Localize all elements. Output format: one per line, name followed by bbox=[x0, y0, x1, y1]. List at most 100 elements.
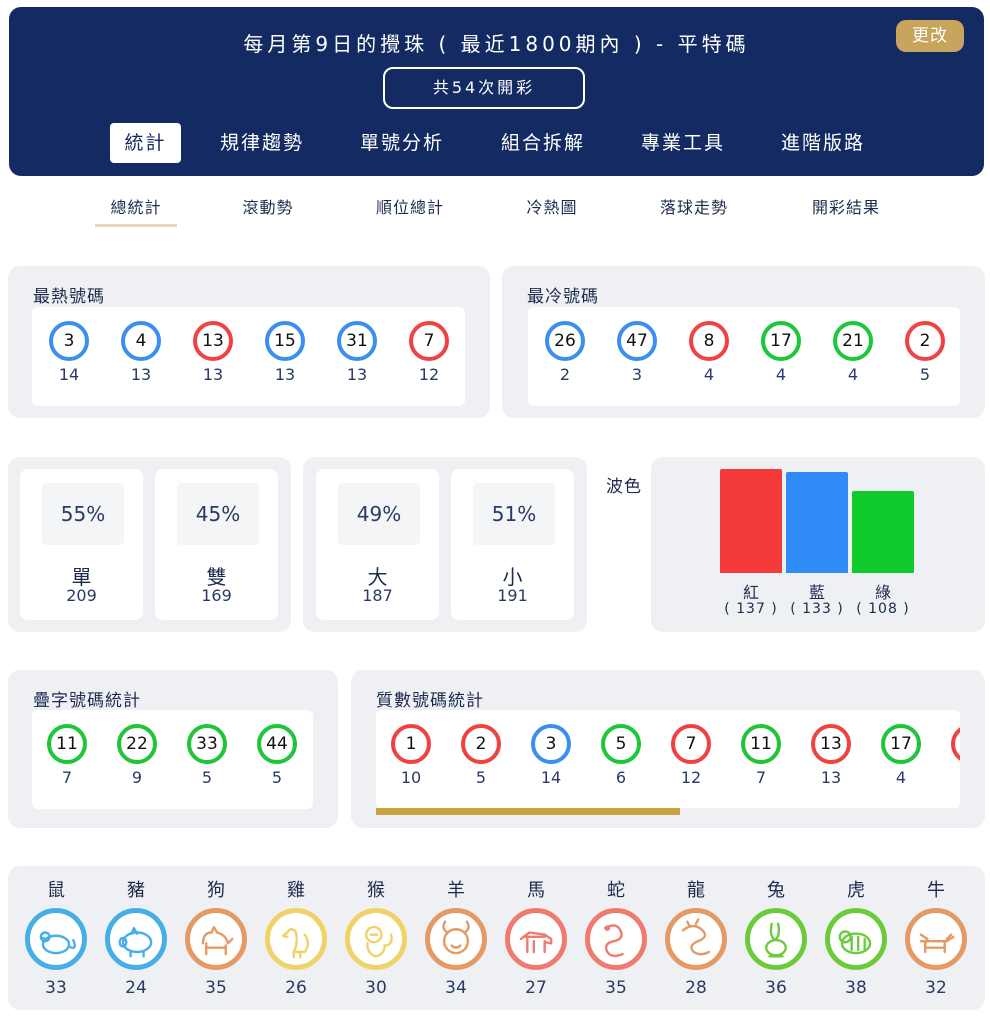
double-ball-44[interactable]: 44 5 bbox=[247, 724, 307, 787]
zodiac-item[interactable]: 牛 32 bbox=[903, 878, 969, 998]
cold-ball-8[interactable]: 84 bbox=[679, 321, 739, 384]
zodiac-item[interactable]: 豬 24 bbox=[103, 878, 169, 998]
wave-bar-count: ( 133 ) bbox=[790, 601, 844, 617]
odd-even-panel: 55% 單 209 45% 雙 169 bbox=[8, 457, 291, 632]
double-ball-11[interactable]: 11 7 bbox=[37, 724, 97, 787]
hot-ball-3[interactable]: 3 14 bbox=[39, 321, 99, 384]
hot-ball-7[interactable]: 7 12 bbox=[399, 321, 459, 384]
subtab-ball-trend[interactable]: 落球走勢 bbox=[644, 194, 744, 218]
number-ball: 3 bbox=[531, 724, 571, 764]
tab-advanced-roads[interactable]: 進階版路 bbox=[768, 123, 878, 163]
tab-pro-tools[interactable]: 專業工具 bbox=[628, 123, 738, 163]
small-percent: 51% bbox=[473, 483, 555, 545]
pig-icon bbox=[105, 908, 167, 970]
zodiac-item[interactable]: 鼠 33 bbox=[23, 878, 89, 998]
zodiac-item[interactable]: 蛇 35 bbox=[583, 878, 649, 998]
ball-count: 13 bbox=[202, 365, 224, 384]
main-tabs: 統計 規律趨勢 單號分析 組合拆解 專業工具 進階版路 bbox=[9, 123, 984, 163]
sub-tabs: 總統計 滾動勢 順位總計 冷熱圖 落球走勢 開彩結果 bbox=[0, 194, 990, 234]
cold-ball-17[interactable]: 17 4 bbox=[751, 321, 811, 384]
zodiac-name: 鼠 bbox=[47, 880, 65, 901]
number-ball: 1 bbox=[391, 724, 431, 764]
subtab-heatmap[interactable]: 冷熱圖 bbox=[512, 194, 592, 218]
subtab-total[interactable]: 總統計 bbox=[95, 194, 177, 218]
number-ball: 11 bbox=[741, 724, 781, 764]
double-ball-22[interactable]: 22 9 bbox=[107, 724, 167, 787]
zodiac-item[interactable]: 馬 27 bbox=[503, 878, 569, 998]
zodiac-count: 30 bbox=[365, 978, 387, 998]
prime-ball-2[interactable]: 25 bbox=[451, 724, 511, 787]
wave-bar-label: 紅 bbox=[742, 583, 759, 602]
tab-single-analysis[interactable]: 單號分析 bbox=[347, 123, 457, 163]
prime-ball-3[interactable]: 3 14 bbox=[521, 724, 581, 787]
change-button[interactable]: 更改 bbox=[896, 20, 964, 52]
zodiac-count: 27 bbox=[525, 978, 547, 998]
wave-bar bbox=[852, 491, 914, 573]
subtab-position-total[interactable]: 順位總計 bbox=[360, 194, 460, 218]
ball-count: 12 bbox=[680, 768, 702, 787]
ball-count: 5 bbox=[271, 768, 283, 787]
ball-count: 4 bbox=[775, 365, 787, 384]
prime-ball-13[interactable]: 13 13 bbox=[801, 724, 861, 787]
number-ball: 7 bbox=[671, 724, 711, 764]
zodiac-name: 龍 bbox=[687, 880, 705, 901]
hot-ball-31[interactable]: 31 13 bbox=[327, 321, 387, 384]
cold-ball-47[interactable]: 47 3 bbox=[607, 321, 667, 384]
cold-ball-21[interactable]: 21 4 bbox=[823, 321, 883, 384]
prime-panel: 質數號碼統計 1 10 2 5 3 14 5 6 7 12 11 7 13 13 17 4 bbox=[351, 670, 985, 828]
subtab-draw-results[interactable]: 開彩結果 bbox=[796, 194, 896, 218]
monkey-icon bbox=[345, 908, 407, 970]
wave-bar-label: 綠 bbox=[874, 583, 891, 602]
double-ball-33[interactable]: 33 5 bbox=[177, 724, 237, 787]
rooster-icon bbox=[265, 908, 327, 970]
cold-ball-26[interactable]: 26 2 bbox=[535, 321, 595, 384]
zodiac-item[interactable]: 狗 35 bbox=[183, 878, 249, 998]
hot-ball-15[interactable]: 15 13 bbox=[255, 321, 315, 384]
number-ball: 13 bbox=[193, 321, 233, 361]
zodiac-count: 35 bbox=[605, 978, 627, 998]
double-digit-panel: 疊字號碼統計 11 7 22 9 33 5 44 5 bbox=[8, 670, 338, 828]
wave-bar bbox=[720, 469, 782, 573]
page-title: 每月第9日的攪珠 ( 最近1800期內 ) - 平特碼 bbox=[243, 32, 750, 56]
cold-numbers-panel: 最冷號碼 26 2 47 3 8 4 17 4 21 4 2 5 bbox=[502, 266, 985, 418]
header-bar: 每月第9日的攪珠 ( 最近1800期內 ) - 平特碼 更改 共54次開彩 統計… bbox=[9, 7, 984, 176]
ball-count: 13 bbox=[820, 768, 842, 787]
number-ball: 17 bbox=[761, 321, 801, 361]
big-card: 49% 大 187 bbox=[316, 469, 439, 620]
horse-icon bbox=[505, 908, 567, 970]
prime-scrollbar[interactable] bbox=[376, 808, 960, 815]
prime-ball-17[interactable]: 17 4 bbox=[871, 724, 931, 787]
even-count: 169 bbox=[201, 586, 232, 605]
goat-icon bbox=[425, 908, 487, 970]
prime-list[interactable]: 1 10 2 5 3 14 5 6 7 12 11 7 13 13 17 4 bbox=[376, 710, 960, 809]
zodiac-item[interactable]: 羊 34 bbox=[423, 878, 489, 998]
hot-ball-13[interactable]: 13 13 bbox=[183, 321, 243, 384]
prime-scrollbar-thumb[interactable] bbox=[376, 808, 680, 815]
tab-statistics[interactable]: 統計 bbox=[110, 123, 181, 163]
ball-count: 13 bbox=[274, 365, 296, 384]
zodiac-count: 28 bbox=[685, 978, 707, 998]
ball-count: 5 bbox=[201, 768, 213, 787]
prime-ball-1[interactable]: 1 10 bbox=[381, 724, 441, 787]
zodiac-item[interactable]: 猴 30 bbox=[343, 878, 409, 998]
cold-ball-2[interactable]: 25 bbox=[895, 321, 955, 384]
zodiac-item[interactable]: 龍 28 bbox=[663, 878, 729, 998]
zodiac-count: 35 bbox=[205, 978, 227, 998]
number-ball: 22 bbox=[117, 724, 157, 764]
zodiac-item[interactable]: 雞 26 bbox=[263, 878, 329, 998]
ball-count: 13 bbox=[346, 365, 368, 384]
zodiac-item[interactable]: 虎 38 bbox=[823, 878, 889, 998]
number-ball: 33 bbox=[187, 724, 227, 764]
hot-ball-4[interactable]: 4 13 bbox=[111, 321, 171, 384]
number-ball: 8 bbox=[689, 321, 729, 361]
prime-ball-7[interactable]: 7 12 bbox=[661, 724, 721, 787]
prime-ball-5[interactable]: 56 bbox=[591, 724, 651, 787]
double-digit-list: 11 7 22 9 33 5 44 5 bbox=[32, 710, 313, 809]
draw-count-badge: 共54次開彩 bbox=[383, 67, 585, 109]
subtab-rolling[interactable]: 滾動勢 bbox=[228, 194, 308, 218]
zodiac-item[interactable]: 兔 36 bbox=[743, 878, 809, 998]
tab-combination[interactable]: 組合拆解 bbox=[488, 123, 598, 163]
prime-ball-11[interactable]: 11 7 bbox=[731, 724, 791, 787]
ball-count: 4 bbox=[703, 365, 715, 384]
tab-pattern-trend[interactable]: 規律趨勢 bbox=[207, 123, 317, 163]
